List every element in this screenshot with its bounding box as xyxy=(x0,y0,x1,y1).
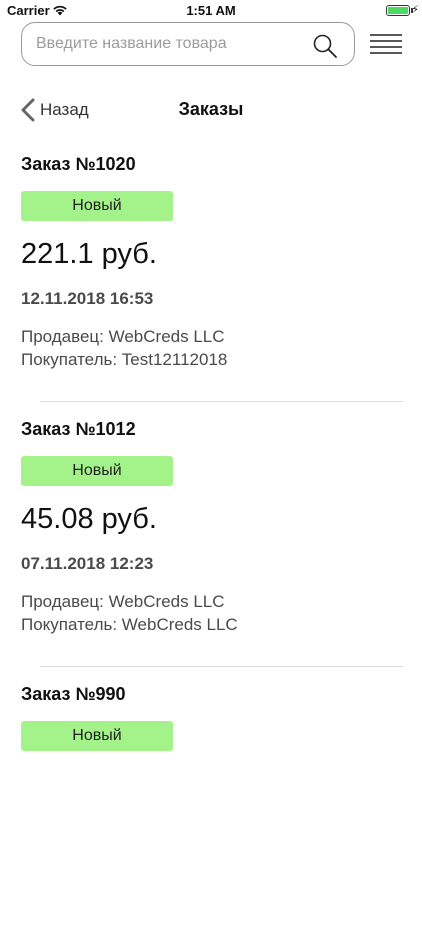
order-item[interactable]: Заказ №990 Новый xyxy=(21,680,403,945)
charging-icon: ⚡ xyxy=(411,4,419,16)
order-title: Заказ №1012 xyxy=(21,419,136,439)
order-price: 45.08 руб. xyxy=(21,503,157,535)
search-icon[interactable] xyxy=(312,33,338,59)
orders-list: Заказ №1020 Новый 221.1 руб. 12.11.2018 … xyxy=(21,150,403,945)
order-item[interactable]: Заказ №1012 Новый 45.08 руб. 07.11.2018 … xyxy=(21,415,403,680)
order-item[interactable]: Заказ №1020 Новый 221.1 руб. 12.11.2018 … xyxy=(21,150,403,415)
divider xyxy=(40,401,403,402)
navigation-bar: Назад Заказы xyxy=(0,90,422,130)
order-title: Заказ №1020 xyxy=(21,154,136,174)
page-title: Заказы xyxy=(178,99,244,119)
battery-icon xyxy=(386,5,410,16)
status-badge: Новый xyxy=(21,191,173,221)
divider xyxy=(40,666,403,667)
search-input[interactable] xyxy=(36,33,306,55)
order-buyer: Покупатель: Test12112018 xyxy=(21,350,228,369)
status-badge: Новый xyxy=(21,721,173,751)
search-box xyxy=(21,22,355,66)
hamburger-menu-icon[interactable] xyxy=(370,34,402,54)
order-seller: Продавец: WebCreds LLC xyxy=(21,592,225,611)
order-title: Заказ №990 xyxy=(21,684,126,704)
order-date: 12.11.2018 16:53 xyxy=(21,289,154,308)
status-bar: Carrier 1:51 AM ⚡ xyxy=(0,0,422,22)
order-price: 221.1 руб. xyxy=(21,238,157,270)
order-seller: Продавец: WebCreds LLC xyxy=(21,327,225,346)
clock: 1:51 AM xyxy=(186,3,236,18)
status-badge: Новый xyxy=(21,456,173,486)
order-buyer: Покупатель: WebCreds LLC xyxy=(21,615,238,634)
order-date: 07.11.2018 12:23 xyxy=(21,554,154,573)
